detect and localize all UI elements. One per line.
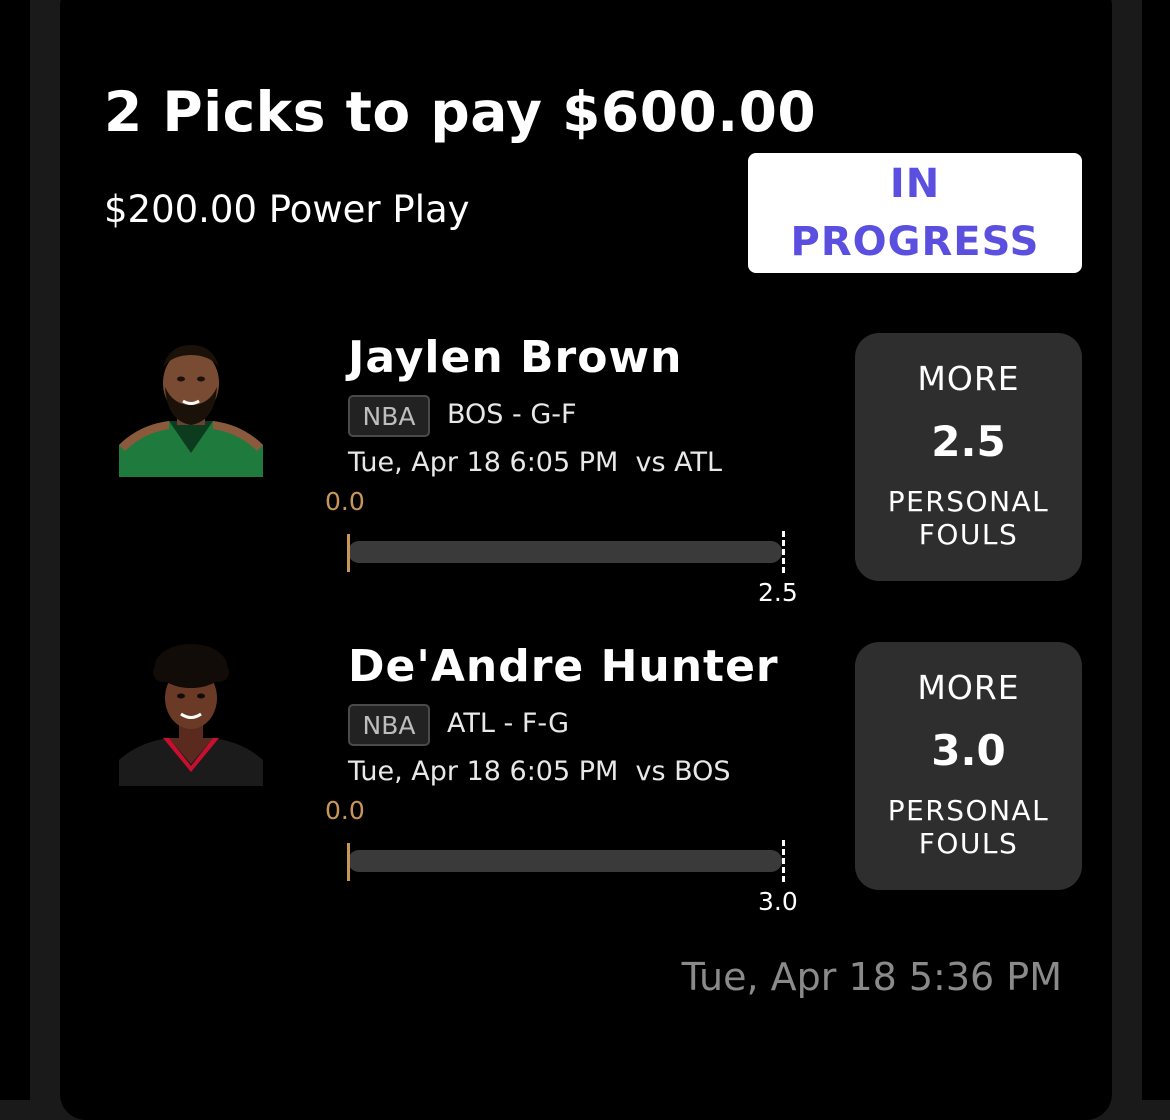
status-line-1: IN bbox=[889, 161, 941, 207]
progress-track bbox=[348, 850, 782, 872]
line-marker bbox=[782, 531, 785, 573]
current-stat-label: 0.0 bbox=[325, 487, 365, 516]
game-time: Tue, Apr 18 6:05 PM vs ATL bbox=[348, 447, 723, 478]
line-label: 2.5 bbox=[758, 578, 798, 607]
stat-line-1: PERSONAL bbox=[887, 794, 1050, 827]
right-margin bbox=[1142, 0, 1170, 1100]
entry-title: 2 Picks to pay $600.00 bbox=[104, 80, 817, 144]
pick-selection-box[interactable]: MORE 2.5 PERSONAL FOULS bbox=[855, 333, 1082, 581]
current-stat-marker bbox=[347, 843, 350, 881]
pick-direction: MORE bbox=[917, 359, 1020, 398]
status-badge: IN PROGRESS bbox=[748, 153, 1082, 273]
pick-stat-type: PERSONAL FOULS bbox=[855, 794, 1082, 860]
stat-line-2: FOULS bbox=[918, 518, 1019, 551]
pick-line-value: 3.0 bbox=[931, 726, 1006, 775]
pick-selection-box[interactable]: MORE 3.0 PERSONAL FOULS bbox=[855, 642, 1082, 890]
stat-line-1: PERSONAL bbox=[887, 485, 1050, 518]
league-badge: NBA bbox=[348, 704, 430, 746]
entry-subtitle: $200.00 Power Play bbox=[104, 188, 470, 231]
pick-direction: MORE bbox=[917, 668, 1020, 707]
current-stat-label: 0.0 bbox=[325, 796, 365, 825]
league-badge: NBA bbox=[348, 395, 430, 437]
pick-stat-type: PERSONAL FOULS bbox=[855, 485, 1082, 551]
stat-line-2: FOULS bbox=[918, 827, 1019, 860]
team-position: ATL - F-G bbox=[447, 708, 570, 739]
left-margin bbox=[0, 0, 30, 1100]
line-marker bbox=[782, 840, 785, 882]
team-position: BOS - G-F bbox=[447, 399, 577, 430]
player-name: Jaylen Brown bbox=[348, 332, 683, 383]
player-name: De'Andre Hunter bbox=[348, 641, 779, 692]
game-time: Tue, Apr 18 6:05 PM vs BOS bbox=[348, 756, 731, 787]
progress-track bbox=[348, 541, 782, 563]
pick-line-value: 2.5 bbox=[931, 417, 1006, 466]
entry-timestamp: Tue, Apr 18 5:36 PM bbox=[681, 955, 1062, 999]
player-avatar bbox=[119, 642, 263, 786]
player-avatar bbox=[119, 333, 263, 477]
current-stat-marker bbox=[347, 534, 350, 572]
status-line-2: PROGRESS bbox=[790, 219, 1040, 265]
line-label: 3.0 bbox=[758, 887, 798, 916]
